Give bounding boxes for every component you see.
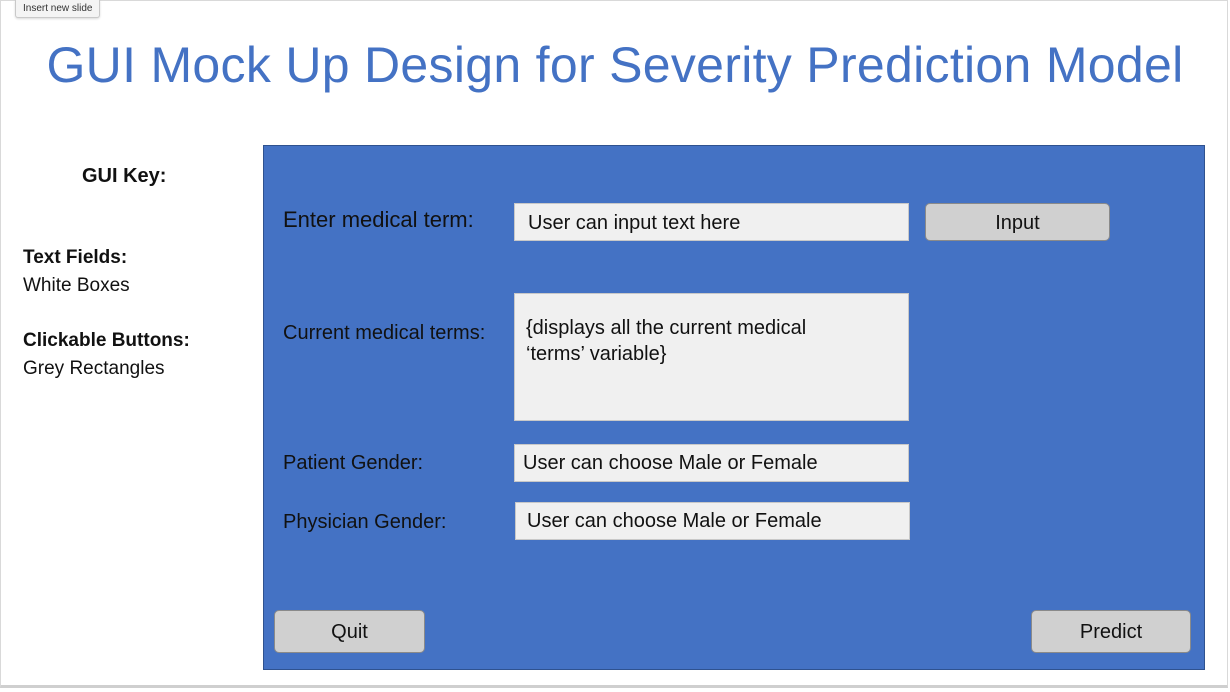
gui-key-heading: GUI Key: [82, 165, 167, 187]
physician-gender-label: Physician Gender: [283, 511, 447, 533]
key-text-fields-label: Text Fields: [23, 247, 128, 268]
physician-gender-select[interactable]: User can choose Male or Female [515, 502, 910, 540]
current-terms-display: {displays all the current medical ‘terms… [514, 293, 909, 421]
current-terms-label: Current medical terms: [283, 322, 486, 344]
predict-button[interactable]: Predict [1031, 610, 1191, 653]
key-buttons-label: Clickable Buttons: [23, 330, 190, 351]
input-button[interactable]: Input [925, 203, 1110, 241]
key-buttons-value: Grey Rectangles [23, 358, 165, 379]
patient-gender-select[interactable]: User can choose Male or Female [514, 444, 909, 482]
medical-term-input[interactable]: User can input text here [514, 203, 909, 241]
key-text-fields-value: White Boxes [23, 275, 130, 296]
slide-title: GUI Mock Up Design for Severity Predicti… [46, 37, 1184, 93]
patient-gender-label: Patient Gender: [283, 452, 424, 474]
insert-new-slide-button[interactable]: Insert new slide [15, 0, 101, 18]
medical-term-label: Enter medical term: [283, 207, 474, 232]
quit-button[interactable]: Quit [274, 610, 425, 653]
